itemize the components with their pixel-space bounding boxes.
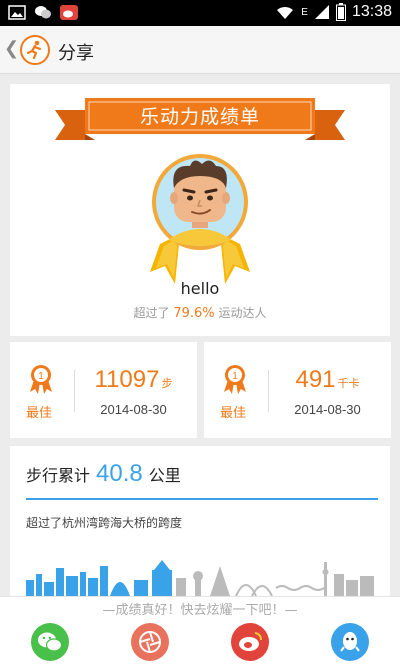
share-qq-button[interactable] — [331, 623, 369, 661]
walk-summary: 步行累计 40.8 公里 — [26, 460, 181, 488]
walk-label: 步行累计 — [26, 466, 91, 485]
rank-suffix: 运动达人 — [218, 306, 267, 320]
share-wechat-button[interactable] — [31, 623, 69, 661]
page-title: 分享 — [58, 43, 94, 64]
best-calories-value: 491 千卡 — [270, 366, 385, 394]
ribbon-title: 乐动力成绩单 — [139, 106, 260, 128]
avatar — [150, 154, 250, 284]
svg-text:1: 1 — [38, 371, 44, 382]
rank-prefix: 超过了 — [133, 306, 170, 320]
walk-comparison: 超过了杭州湾跨海大桥的跨度 — [26, 516, 183, 530]
best-label: 最佳 — [26, 406, 53, 421]
battery-icon — [335, 3, 346, 21]
medal-icon: 1 — [30, 365, 52, 394]
share-message: —成绩真好！快去炫耀一下吧！— — [102, 603, 298, 618]
best-steps-card: 1 最佳 11097 步 2014-08-30 — [10, 342, 197, 438]
calories-unit: 千卡 — [337, 378, 360, 390]
medal-icon: 1 — [224, 365, 246, 394]
signal-icon — [314, 5, 329, 19]
steps-unit: 步 — [161, 378, 173, 390]
divider — [26, 498, 378, 500]
weibo-notification-icon — [60, 5, 78, 20]
walk-distance: 40.8 — [96, 460, 143, 487]
camera-aperture-icon — [139, 631, 161, 653]
wifi-icon — [277, 6, 294, 20]
best-label: 最佳 — [220, 406, 247, 421]
status-bar: E 13:38 — [0, 0, 400, 26]
best-steps-value: 11097 步 — [76, 366, 191, 394]
chevron-left-icon[interactable]: ❮ — [4, 38, 19, 59]
wechat-icon — [38, 632, 63, 652]
network-type: E — [301, 6, 308, 18]
gallery-icon — [8, 5, 26, 20]
report-card: 乐动力成绩单 hello 超过了 79.6% 运动达人 — [10, 84, 390, 336]
best-steps-date: 2014-08-30 — [100, 402, 167, 417]
weibo-icon — [239, 632, 262, 651]
action-bar: ❮ 分享 — [0, 26, 400, 74]
divider — [74, 370, 75, 412]
share-sheet: —成绩真好！快去炫耀一下吧！— — [0, 596, 400, 666]
rank-percent: 79.6% — [173, 306, 215, 321]
divider — [268, 370, 269, 412]
steps-number: 11097 — [94, 366, 160, 393]
skyline-illustration — [26, 560, 374, 596]
rank-text: 超过了 79.6% 运动达人 — [10, 304, 390, 321]
best-calories-card: 1 最佳 491 千卡 2014-08-30 — [204, 342, 391, 438]
calories-number: 491 — [295, 366, 336, 393]
share-moments-button[interactable] — [131, 623, 169, 661]
share-weibo-button[interactable] — [231, 623, 269, 661]
runner-logo-icon[interactable] — [20, 35, 50, 65]
best-calories-date: 2014-08-30 — [294, 402, 361, 417]
username: hello — [180, 279, 220, 298]
qq-icon — [340, 632, 360, 652]
walk-unit: 公里 — [148, 466, 181, 485]
svg-text:1: 1 — [232, 371, 238, 382]
clock: 13:38 — [351, 3, 392, 20]
walk-distance-card: 步行累计 40.8 公里 超过了杭州湾跨海大桥的跨度 — [10, 446, 390, 596]
wechat-notification-icon — [35, 6, 51, 19]
